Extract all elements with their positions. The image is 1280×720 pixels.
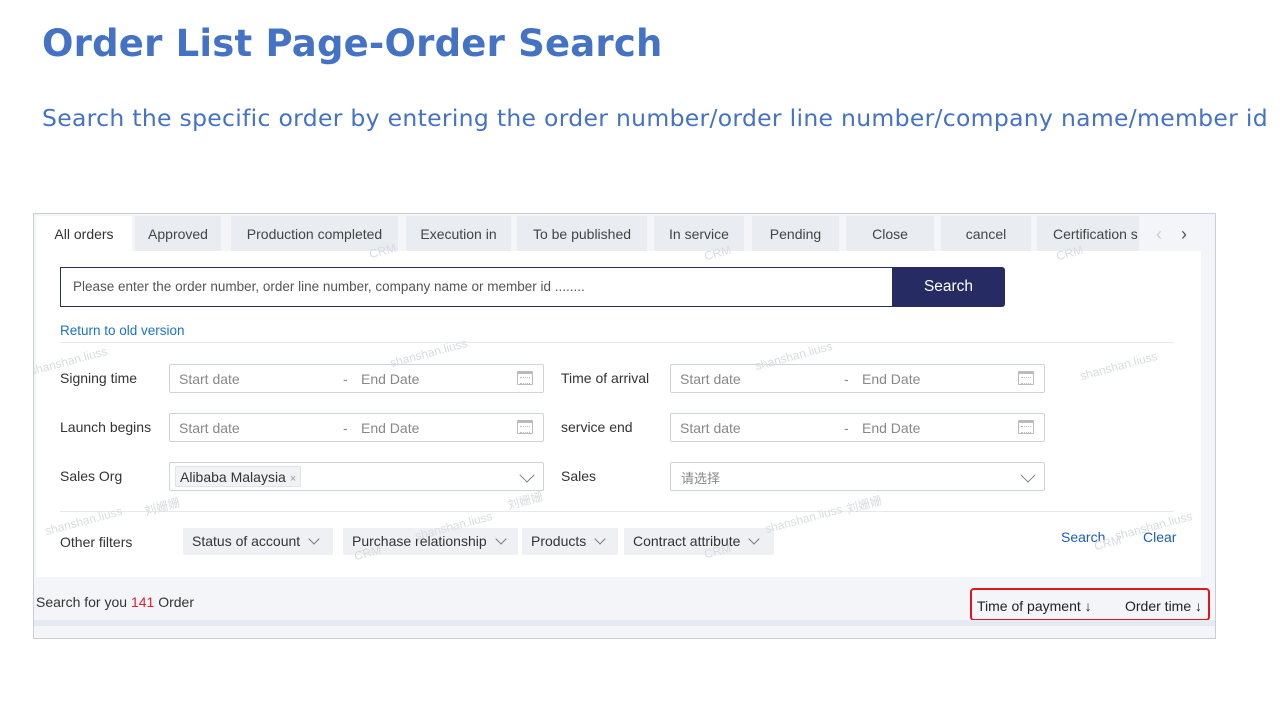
- launch-begins-range[interactable]: Start date - End Date: [169, 413, 544, 442]
- chevron-down-icon: [308, 533, 320, 545]
- start-date-placeholder: Start date: [680, 371, 741, 387]
- signing-time-range[interactable]: Start date - End Date: [169, 364, 544, 393]
- start-date-placeholder: Start date: [179, 371, 240, 387]
- order-status-tabs: All orders Approved Production completed…: [34, 214, 1215, 252]
- filter-label: Products: [531, 533, 587, 549]
- sort-time-of-payment[interactable]: Time of payment ↓: [977, 598, 1092, 614]
- tab-pending[interactable]: Pending: [752, 216, 839, 252]
- calendar-icon: [1018, 420, 1034, 434]
- tab-prev-icon[interactable]: ‹: [1149, 216, 1169, 252]
- sort-order-time[interactable]: Order time ↓: [1125, 598, 1202, 614]
- time-of-arrival-range[interactable]: Start date - End Date: [670, 364, 1045, 393]
- sort-highlight-box: Time of payment ↓ Order time ↓: [970, 588, 1210, 621]
- time-of-arrival-label: Time of arrival: [561, 370, 650, 386]
- range-separator: -: [844, 371, 849, 387]
- slide-title: Order List Page-Order Search: [42, 22, 663, 65]
- divider: [60, 511, 1174, 512]
- filters-clear-link[interactable]: Clear: [1143, 529, 1176, 545]
- tab-all-orders[interactable]: All orders: [36, 216, 132, 252]
- service-end-range[interactable]: Start date - End Date: [670, 413, 1045, 442]
- end-date-placeholder: End Date: [361, 371, 420, 387]
- start-date-placeholder: Start date: [680, 420, 741, 436]
- sales-org-select[interactable]: Alibaba Malaysia ×: [169, 462, 544, 491]
- signing-time-label: Signing time: [60, 370, 138, 386]
- sales-select[interactable]: 请选择: [670, 462, 1045, 491]
- tag-label: Alibaba Malaysia: [180, 469, 286, 485]
- filter-label: Contract attribute: [633, 533, 741, 549]
- result-suffix: Order: [158, 594, 194, 610]
- filter-products[interactable]: Products: [522, 528, 618, 555]
- sales-org-label: Sales Org: [60, 468, 123, 484]
- tab-approved[interactable]: Approved: [135, 216, 221, 252]
- end-date-placeholder: End Date: [361, 420, 420, 436]
- other-filters-label: Other filters: [60, 534, 133, 550]
- start-date-placeholder: Start date: [179, 420, 240, 436]
- range-separator: -: [844, 420, 849, 436]
- service-end-label: service end: [561, 419, 633, 435]
- end-date-placeholder: End Date: [862, 420, 921, 436]
- chevron-down-icon: [1020, 467, 1036, 483]
- return-old-version-link[interactable]: Return to old version: [60, 323, 185, 338]
- order-list-screenshot: All orders Approved Production completed…: [33, 213, 1216, 639]
- filter-contract-attribute[interactable]: Contract attribute: [624, 528, 774, 555]
- calendar-icon: [517, 371, 533, 385]
- calendar-icon: [1018, 371, 1034, 385]
- result-count: 141: [130, 594, 155, 610]
- order-search-input[interactable]: Please enter the order number, order lin…: [60, 267, 892, 307]
- range-separator: -: [343, 371, 348, 387]
- tab-cancel[interactable]: cancel: [941, 216, 1031, 252]
- tab-next-icon[interactable]: ›: [1174, 216, 1194, 252]
- chevron-down-icon: [494, 533, 507, 545]
- tag-close-icon[interactable]: ×: [290, 473, 296, 485]
- tab-to-be-published[interactable]: To be published: [517, 216, 647, 252]
- tab-production-completed[interactable]: Production completed: [231, 216, 398, 252]
- list-top-bar: [34, 620, 1215, 626]
- launch-begins-label: Launch begins: [60, 419, 152, 435]
- chevron-down-icon: [519, 467, 535, 483]
- range-separator: -: [343, 420, 348, 436]
- chevron-down-icon: [594, 533, 606, 545]
- slide-subtitle: Search the specific order by entering th…: [42, 104, 1268, 132]
- result-prefix: Search for you: [36, 594, 128, 610]
- end-date-placeholder: End Date: [862, 371, 921, 387]
- tab-in-service[interactable]: In service: [654, 216, 744, 252]
- selected-tag: Alibaba Malaysia ×: [175, 466, 302, 487]
- filters-search-link[interactable]: Search: [1061, 529, 1105, 545]
- filter-label: Status of account: [192, 533, 301, 549]
- calendar-icon: [517, 420, 533, 434]
- divider: [60, 342, 1174, 343]
- tab-certification[interactable]: Certification s: [1037, 216, 1139, 252]
- result-summary: Search for you 141 Order: [36, 594, 194, 610]
- filter-label: Purchase relationship: [352, 533, 487, 549]
- search-button[interactable]: Search: [892, 267, 1005, 307]
- sales-label: Sales: [561, 468, 597, 484]
- tab-execution-in[interactable]: Execution in: [406, 216, 511, 252]
- filter-purchase-relationship[interactable]: Purchase relationship: [343, 528, 518, 555]
- tab-close[interactable]: Close: [846, 216, 934, 252]
- sales-placeholder: 请选择: [681, 472, 721, 487]
- chevron-down-icon: [748, 533, 761, 545]
- filter-status-of-account[interactable]: Status of account: [183, 528, 333, 555]
